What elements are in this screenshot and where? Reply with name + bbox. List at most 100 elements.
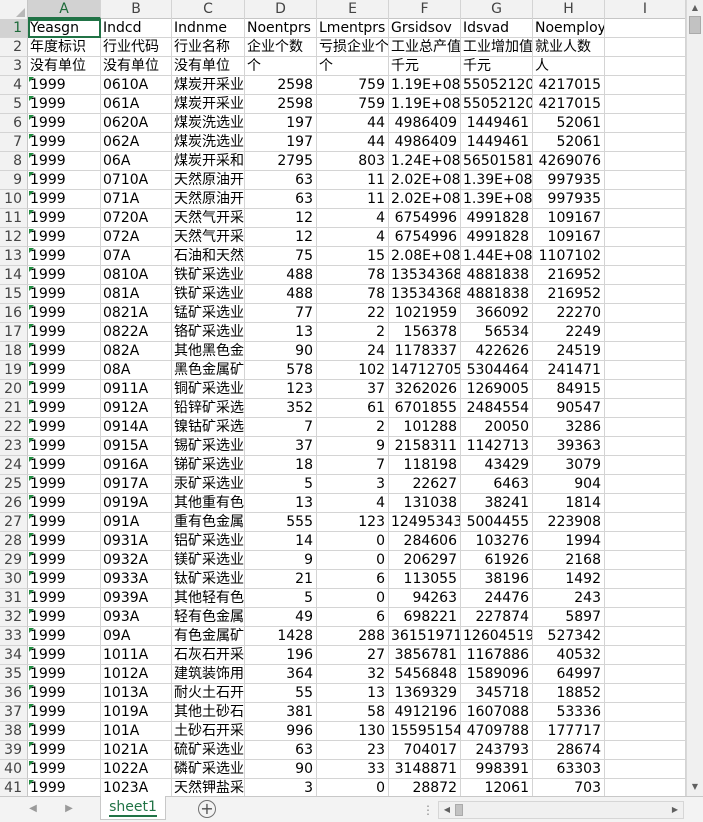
cell-c9[interactable]: 天然原油开 [172, 171, 245, 190]
cell-i4[interactable] [605, 76, 686, 95]
cell-h19[interactable]: 241471 [533, 361, 605, 380]
cell-g4[interactable]: 55052120 [461, 76, 533, 95]
scroll-left-icon[interactable]: ◀ [440, 802, 454, 818]
cell-c21[interactable]: 铅锌矿采选 [172, 399, 245, 418]
column-header-i[interactable]: I [605, 0, 686, 19]
cell-h27[interactable]: 223908 [533, 513, 605, 532]
cell-h18[interactable]: 24519 [533, 342, 605, 361]
vertical-scroll-thumb[interactable] [689, 16, 701, 34]
row-header[interactable]: 12 [0, 228, 28, 247]
column-header-f[interactable]: F [389, 0, 461, 19]
cell-e33[interactable]: 288 [317, 627, 389, 646]
cell-h11[interactable]: 109167 [533, 209, 605, 228]
cell-g18[interactable]: 422626 [461, 342, 533, 361]
cell-d40[interactable]: 90 [245, 760, 317, 779]
cell-b8[interactable]: 06A [101, 152, 172, 171]
cell-b1[interactable]: Indcd [101, 19, 172, 38]
cell-d9[interactable]: 63 [245, 171, 317, 190]
cell-g34[interactable]: 1167886 [461, 646, 533, 665]
cell-b36[interactable]: 1013A [101, 684, 172, 703]
cell-g30[interactable]: 38196 [461, 570, 533, 589]
cell-a39[interactable]: 1999 [28, 741, 101, 760]
cell-d26[interactable]: 13 [245, 494, 317, 513]
cell-b24[interactable]: 0916A [101, 456, 172, 475]
cell-i35[interactable] [605, 665, 686, 684]
cell-f33[interactable]: 36151971 [389, 627, 461, 646]
cell-g41[interactable]: 12061 [461, 779, 533, 796]
cell-c5[interactable]: 煤炭开采业 [172, 95, 245, 114]
row-header[interactable]: 10 [0, 190, 28, 209]
cell-c35[interactable]: 建筑装饰用 [172, 665, 245, 684]
cell-d5[interactable]: 2598 [245, 95, 317, 114]
cell-d39[interactable]: 63 [245, 741, 317, 760]
cell-e11[interactable]: 4 [317, 209, 389, 228]
cell-d3[interactable]: 个 [245, 57, 317, 76]
row-header[interactable]: 35 [0, 665, 28, 684]
cell-g8[interactable]: 56501581 [461, 152, 533, 171]
cell-f8[interactable]: 1.24E+08 [389, 152, 461, 171]
cell-d41[interactable]: 3 [245, 779, 317, 796]
cell-b10[interactable]: 071A [101, 190, 172, 209]
cell-f5[interactable]: 1.19E+08 [389, 95, 461, 114]
cell-h12[interactable]: 109167 [533, 228, 605, 247]
cell-b28[interactable]: 0931A [101, 532, 172, 551]
cell-c41[interactable]: 天然钾盐采 [172, 779, 245, 796]
row-header[interactable]: 13 [0, 247, 28, 266]
cell-e19[interactable]: 102 [317, 361, 389, 380]
cell-h8[interactable]: 4269076 [533, 152, 605, 171]
cell-e34[interactable]: 27 [317, 646, 389, 665]
cell-a10[interactable]: 1999 [28, 190, 101, 209]
cell-d4[interactable]: 2598 [245, 76, 317, 95]
cell-c25[interactable]: 汞矿采选业 [172, 475, 245, 494]
cell-b32[interactable]: 093A [101, 608, 172, 627]
cell-f16[interactable]: 1021959 [389, 304, 461, 323]
cell-a26[interactable]: 1999 [28, 494, 101, 513]
cell-c20[interactable]: 铜矿采选业 [172, 380, 245, 399]
cell-a12[interactable]: 1999 [28, 228, 101, 247]
cell-a7[interactable]: 1999 [28, 133, 101, 152]
cell-i1[interactable] [605, 19, 686, 38]
cell-c29[interactable]: 镁矿采选业 [172, 551, 245, 570]
cell-d12[interactable]: 12 [245, 228, 317, 247]
cell-g29[interactable]: 61926 [461, 551, 533, 570]
cell-b6[interactable]: 0620A [101, 114, 172, 133]
row-header[interactable]: 22 [0, 418, 28, 437]
cell-b12[interactable]: 072A [101, 228, 172, 247]
cell-c22[interactable]: 镍钴矿采选 [172, 418, 245, 437]
cell-f26[interactable]: 131038 [389, 494, 461, 513]
cell-h14[interactable]: 216952 [533, 266, 605, 285]
row-header[interactable]: 5 [0, 95, 28, 114]
cell-a16[interactable]: 1999 [28, 304, 101, 323]
cell-d28[interactable]: 14 [245, 532, 317, 551]
cell-f1[interactable]: Grsidsov [389, 19, 461, 38]
cell-c32[interactable]: 轻有色金属 [172, 608, 245, 627]
cell-d36[interactable]: 55 [245, 684, 317, 703]
row-header[interactable]: 18 [0, 342, 28, 361]
cell-c26[interactable]: 其他重有色 [172, 494, 245, 513]
cell-g32[interactable]: 227874 [461, 608, 533, 627]
column-header-e[interactable]: E [317, 0, 389, 19]
cell-a6[interactable]: 1999 [28, 114, 101, 133]
cell-i34[interactable] [605, 646, 686, 665]
scroll-up-icon[interactable]: ▲ [687, 1, 703, 15]
cell-h30[interactable]: 1492 [533, 570, 605, 589]
cell-c4[interactable]: 煤炭开采业 [172, 76, 245, 95]
cell-f36[interactable]: 1369329 [389, 684, 461, 703]
cell-d27[interactable]: 555 [245, 513, 317, 532]
cell-h38[interactable]: 177717 [533, 722, 605, 741]
cell-h9[interactable]: 997935 [533, 171, 605, 190]
cell-f13[interactable]: 2.08E+08 [389, 247, 461, 266]
cell-i36[interactable] [605, 684, 686, 703]
row-header[interactable]: 25 [0, 475, 28, 494]
cell-a13[interactable]: 1999 [28, 247, 101, 266]
row-header[interactable]: 31 [0, 589, 28, 608]
cell-b25[interactable]: 0917A [101, 475, 172, 494]
cell-h36[interactable]: 18852 [533, 684, 605, 703]
cell-b31[interactable]: 0939A [101, 589, 172, 608]
cell-f23[interactable]: 2158311 [389, 437, 461, 456]
cell-b3[interactable]: 没有单位 [101, 57, 172, 76]
cell-e8[interactable]: 803 [317, 152, 389, 171]
cell-i15[interactable] [605, 285, 686, 304]
cell-g6[interactable]: 1449461 [461, 114, 533, 133]
row-header[interactable]: 37 [0, 703, 28, 722]
